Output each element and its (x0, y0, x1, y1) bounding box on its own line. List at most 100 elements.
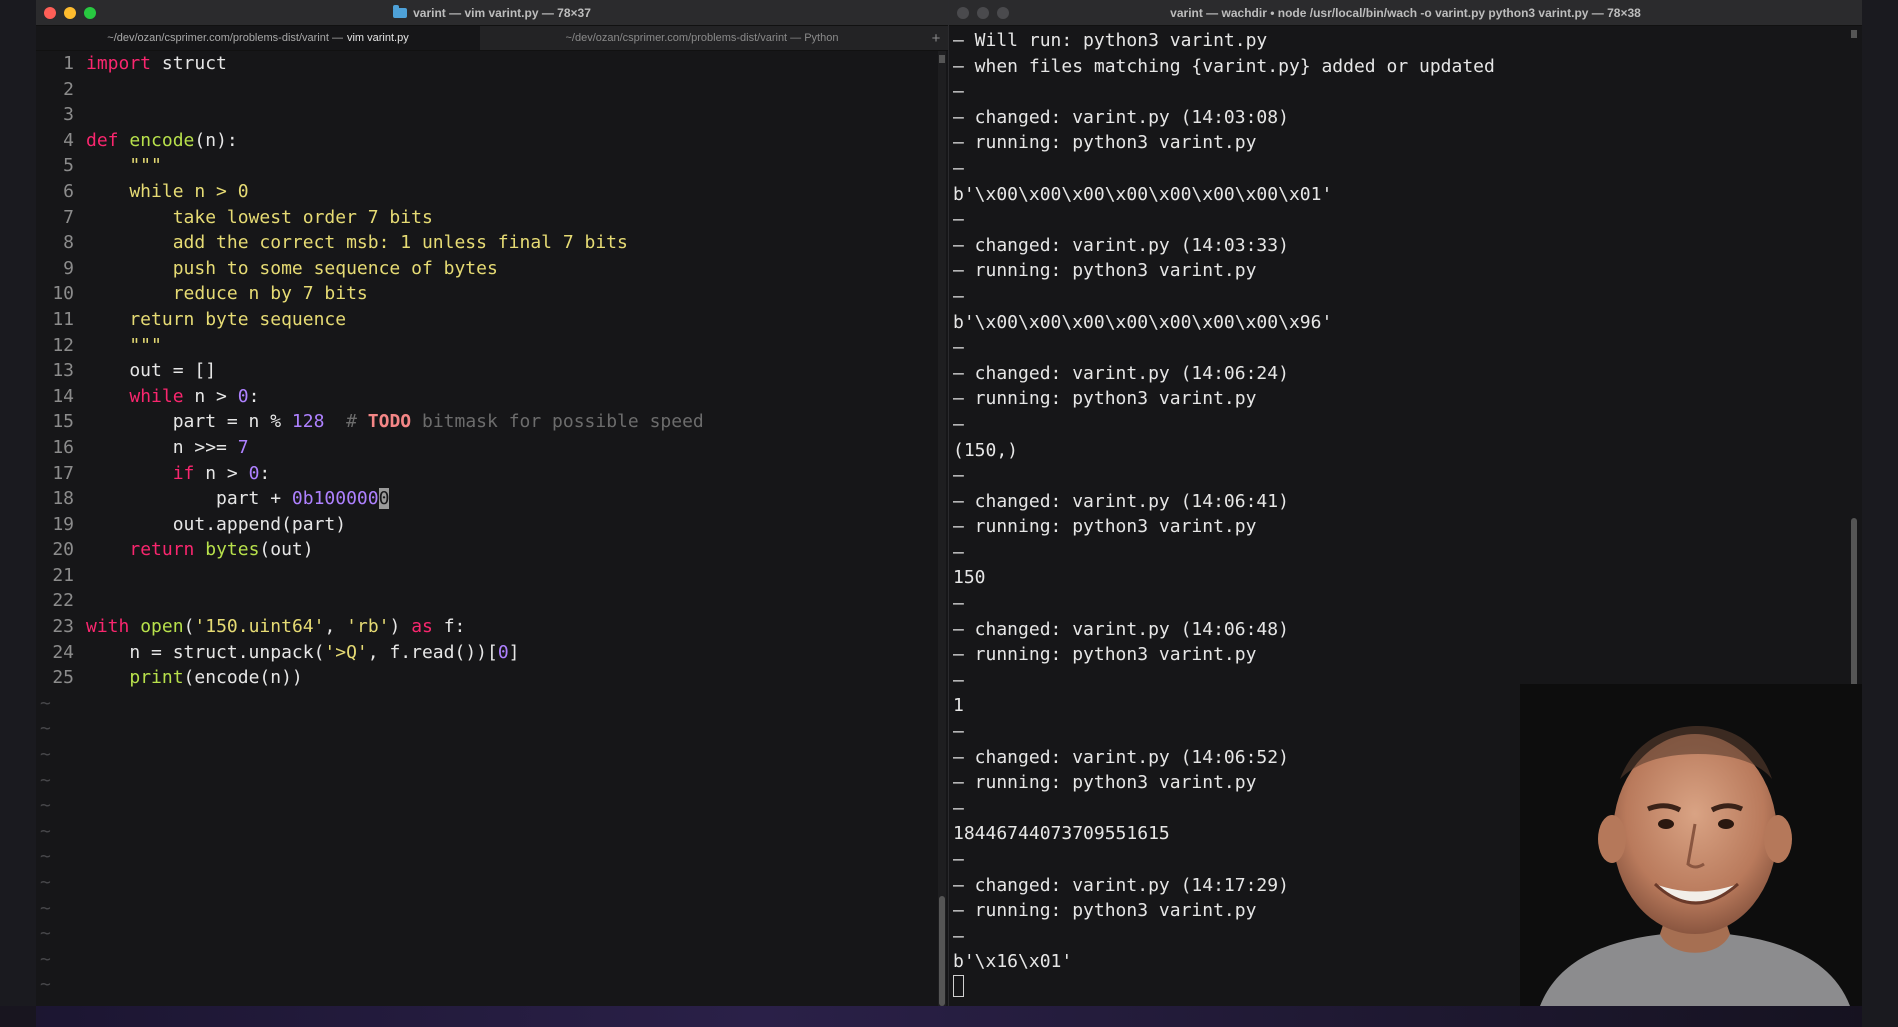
code-line[interactable]: 14 while n > 0: (36, 384, 934, 410)
code-line[interactable]: 24 n = struct.unpack('>Q', f.read())[0] (36, 640, 934, 666)
code-text: out.append(part) (74, 512, 346, 538)
new-tab-button[interactable]: + (924, 26, 948, 50)
code-token: 0b100000 (291, 488, 379, 510)
terminal-line: – (953, 593, 964, 615)
scrollbar-thumb[interactable] (939, 896, 945, 1006)
code-token: def (86, 129, 119, 151)
terminal-line: – running: python3 varint.py (953, 644, 1257, 666)
code-token: as (411, 616, 433, 638)
line-number: 14 (52, 385, 74, 407)
code-token: (n): (194, 129, 238, 151)
code-token: : (248, 385, 260, 407)
code-line[interactable]: 20 return bytes(out) (36, 537, 934, 563)
line-number: 11 (52, 308, 74, 330)
code-token: ( (183, 616, 195, 638)
tilde-marker: ~ (40, 846, 51, 868)
code-token: n >>= (86, 436, 238, 458)
code-token: 0 (237, 385, 249, 407)
code-text: return byte sequence (74, 307, 346, 333)
line-number: 7 (63, 206, 74, 228)
line-number: 15 (52, 411, 74, 433)
tab-python[interactable]: ~/dev/ozan/csprimer.com/problems-dist/va… (480, 26, 924, 50)
close-button[interactable] (957, 7, 969, 19)
code-line[interactable]: 23 with open('150.uint64', 'rb') as f: (36, 614, 934, 640)
desktop-background (0, 1006, 1898, 1027)
terminal-line: – (953, 337, 964, 359)
terminal-line: – changed: varint.py (14:03:08) (953, 106, 1289, 128)
code-editor[interactable]: 1 import struct 2 3 4 def encode(n): 5 """ 6 wh… (36, 51, 934, 1006)
minimize-button[interactable] (64, 7, 76, 19)
terminal-line: – (953, 209, 964, 231)
code-line[interactable]: 25 print(encode(n)) (36, 665, 934, 691)
code-token: 'rb' (346, 616, 390, 638)
zoom-button[interactable] (997, 7, 1009, 19)
code-token: while n > 0 (86, 180, 249, 202)
terminal-line: – (953, 81, 964, 103)
code-line[interactable]: 10 reduce n by 7 bits (36, 281, 934, 307)
code-token: n > (194, 462, 249, 484)
tilde-marker: ~ (40, 897, 51, 919)
empty-buffer-line: ~ (36, 691, 934, 717)
terminal-line: – changed: varint.py (14:06:24) (953, 362, 1289, 384)
minimize-button[interactable] (977, 7, 989, 19)
terminal-line: – running: python3 varint.py (953, 388, 1257, 410)
code-token: # (346, 411, 368, 433)
terminal-titlebar[interactable]: varint — wachdir • node /usr/local/bin/w… (949, 0, 1862, 26)
code-token: , (324, 616, 347, 638)
empty-buffer-line: ~ (36, 716, 934, 742)
code-line[interactable]: 8 add the correct msb: 1 unless final 7 … (36, 230, 934, 256)
tab-bar: ~/dev/ozan/csprimer.com/problems-dist/va… (36, 26, 948, 51)
terminal-line: – running: python3 varint.py (953, 260, 1257, 282)
code-line[interactable]: 9 push to some sequence of bytes (36, 256, 934, 282)
code-line[interactable]: 19 out.append(part) (36, 512, 934, 538)
terminal-line: – when files matching {varint.py} added … (953, 55, 1495, 77)
editor-scrollbar[interactable] (938, 51, 946, 1006)
code-token: while (129, 385, 184, 407)
code-line[interactable]: 3 (36, 102, 934, 128)
terminal-line: – changed: varint.py (14:03:33) (953, 234, 1289, 256)
code-line[interactable]: 7 take lowest order 7 bits (36, 205, 934, 231)
line-number: 13 (52, 360, 74, 382)
code-token: '150.uint64' (194, 616, 325, 638)
window-title-text: varint — vim varint.py — 78×37 (413, 5, 591, 20)
line-number: 16 (52, 436, 74, 458)
code-line[interactable]: 16 n >>= 7 (36, 435, 934, 461)
line-number: 12 (52, 334, 74, 356)
code-token: take lowest order 7 bits (86, 206, 433, 228)
zoom-button[interactable] (84, 7, 96, 19)
line-number: 20 (52, 539, 74, 561)
code-line[interactable]: 15 part = n % 128 # TODO bitmask for pos… (36, 409, 934, 435)
code-line[interactable]: 13 out = [] (36, 358, 934, 384)
code-line[interactable]: 12 """ (36, 333, 934, 359)
window-title-text: varint — wachdir • node /usr/local/bin/w… (1170, 5, 1641, 20)
code-line[interactable]: 5 """ (36, 153, 934, 179)
tab-vim[interactable]: ~/dev/ozan/csprimer.com/problems-dist/va… (36, 26, 480, 50)
code-line[interactable]: 21 (36, 563, 934, 589)
code-line[interactable]: 6 while n > 0 (36, 179, 934, 205)
code-token: n > (183, 385, 238, 407)
code-line[interactable]: 22 (36, 588, 934, 614)
code-line[interactable]: 1 import struct (36, 51, 934, 77)
code-line[interactable]: 11 return byte sequence (36, 307, 934, 333)
terminal-line: 150 (953, 567, 986, 589)
code-token: , f.read())[ (367, 641, 498, 663)
code-line[interactable]: 17 if n > 0: (36, 461, 934, 487)
code-text: reduce n by 7 bits (74, 281, 368, 307)
code-line[interactable]: 18 part + 0b1000000 (36, 486, 934, 512)
close-button[interactable] (44, 7, 56, 19)
code-text: n = struct.unpack('>Q', f.read())[0] (74, 640, 519, 666)
code-token: TODO (367, 411, 412, 433)
tilde-marker: ~ (40, 974, 51, 996)
code-token: (encode(n)) (183, 667, 303, 689)
code-token: '>Q' (324, 641, 368, 663)
vim-window[interactable]: varint — vim varint.py — 78×37 ~/dev/oza… (36, 0, 949, 1006)
code-line[interactable]: 2 (36, 77, 934, 103)
line-number: 21 (52, 564, 74, 586)
vim-titlebar[interactable]: varint — vim varint.py — 78×37 (36, 0, 948, 26)
code-line[interactable]: 4 def encode(n): (36, 128, 934, 154)
terminal-cursor (953, 974, 964, 997)
code-token: add the correct msb: 1 unless final 7 bi… (86, 232, 628, 254)
code-token: out = [] (86, 360, 217, 382)
line-number: 5 (63, 155, 74, 177)
